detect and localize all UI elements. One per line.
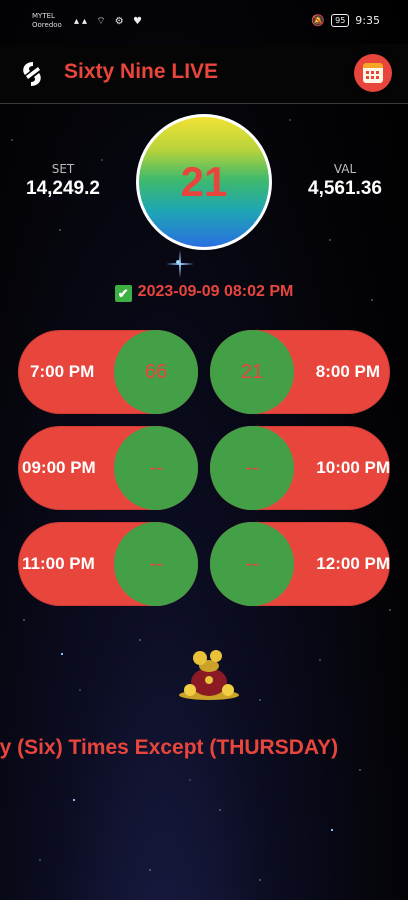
draw-card-8pm[interactable]: 21 8:00 PM <box>210 330 390 414</box>
battery-icon: 95 <box>331 14 350 27</box>
draw-number: 21 <box>210 330 294 414</box>
calendar-icon <box>363 63 383 83</box>
val-value: 4,561.36 <box>308 178 382 199</box>
set-stat: SET 14,249.2 <box>8 162 118 200</box>
marquee-text: ily (Six) Times Except (THURSDAY) <box>0 736 339 759</box>
draw-card-11pm[interactable]: 11:00 PM -- <box>18 522 198 606</box>
updated-datetime: ✔ 2023-09-09 08:02 PM <box>0 283 408 302</box>
checkbox-icon: ✔ <box>114 285 132 302</box>
clock: 9:35 <box>355 14 380 27</box>
draw-time: 11:00 PM <box>22 554 95 573</box>
draw-number: -- <box>210 426 294 510</box>
carrier-info: MYTEL Ooredoo <box>32 12 62 30</box>
status-bar: MYTEL Ooredoo ▴▴ ⌔ ⚙ ♥ 🔕 95 9:35 <box>0 0 408 44</box>
carrier-line-1: MYTEL <box>32 12 55 20</box>
app-bar: Sixty Nine LIVE <box>0 44 408 104</box>
live-result-number: 21 <box>180 158 228 205</box>
draw-number: 66 <box>114 330 198 414</box>
draw-time: 7:00 PM <box>30 362 95 381</box>
status-icons: ▴▴ ⌔ ⚙ ♥ <box>74 16 145 27</box>
draw-time: 10:00 PM <box>316 458 390 477</box>
app-title: Sixty Nine LIVE <box>64 60 219 83</box>
set-value: 14,249.2 <box>26 178 100 199</box>
status-right: 🔕 95 9:35 <box>311 14 380 27</box>
draw-time: 8:00 PM <box>315 362 380 381</box>
draw-number: -- <box>114 426 198 510</box>
carrier-line-2: Ooredoo <box>32 21 62 29</box>
draw-time: 09:00 PM <box>22 458 96 477</box>
draw-card-10pm[interactable]: -- 10:00 PM <box>210 426 390 510</box>
star-flare <box>166 250 194 278</box>
updated-datetime-text: 2023-09-09 08:02 PM <box>137 283 294 300</box>
draw-time: 12:00 PM <box>316 554 390 573</box>
schedule-marquee: ily (Six) Times Except (THURSDAY) <box>0 736 408 766</box>
money-bag-mascot-icon <box>179 650 239 700</box>
draw-number: -- <box>210 522 294 606</box>
draw-number: -- <box>114 522 198 606</box>
live-result-circle: 21 <box>136 114 272 250</box>
calendar-button[interactable] <box>354 54 392 92</box>
val-stat: VAL 4,561.36 <box>290 162 400 200</box>
val-label: VAL <box>333 162 357 176</box>
mute-icon: 🔕 <box>311 14 326 27</box>
set-label: SET <box>51 162 75 176</box>
app-logo-icon <box>23 62 41 86</box>
draw-card-12pm[interactable]: -- 12:00 PM <box>210 522 390 606</box>
draw-card-7pm[interactable]: 7:00 PM 66 <box>18 330 198 414</box>
draw-card-9pm[interactable]: 09:00 PM -- <box>18 426 198 510</box>
